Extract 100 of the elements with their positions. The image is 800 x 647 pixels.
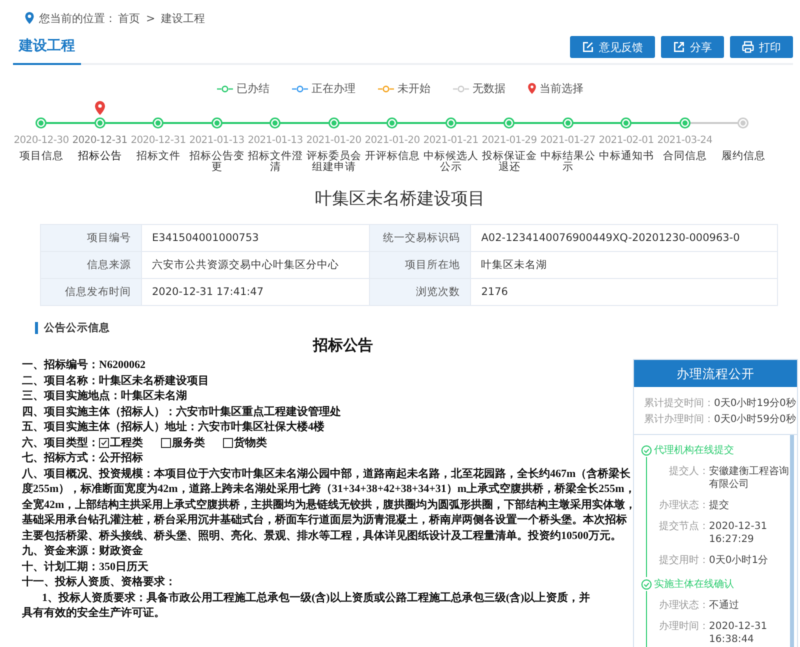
map-pin-icon (94, 101, 105, 115)
step-field-value: 0天0小时1分 (709, 554, 770, 567)
timeline-node[interactable] (210, 117, 223, 129)
timeline-date: 2021-01-20 (306, 135, 362, 148)
summary-value: 0天0小时59分0秒 (714, 414, 796, 425)
feedback-button[interactable]: 意见反馈 (570, 36, 655, 58)
timeline-label[interactable]: 中标通知书 (598, 151, 654, 162)
step-field-label: 提交用时： (658, 554, 709, 567)
checkbox-label: 工程类 (110, 436, 143, 450)
notice-line: 具有有效的安全生产许可证。 (22, 606, 166, 621)
timeline-label[interactable]: 招标公告 (72, 151, 128, 162)
field-value: E341504001000753 (142, 224, 370, 252)
share-button[interactable]: 分享 (661, 36, 724, 58)
timeline-label[interactable]: 评标委员会组建申请 (306, 151, 362, 173)
step-field-value: 安徽建衡工程咨询有限公司 (709, 465, 789, 491)
field-value: 叶集区未名湖 (470, 252, 778, 278)
notice-line: 九、资金来源：财政资金 (22, 544, 144, 559)
step-title: 代理机构在线提交 (654, 444, 734, 457)
field-label: 项目编号 (40, 224, 142, 252)
notice-line: 基础采用承台钻孔灌注桩，桥台采用沉井基础式台，桥面车行道面层为沥青混凝土，桥南岸两侧各设置一个桥头堡。本次招标 (22, 513, 628, 528)
notice-line: 四、项目实施主体（招标人）：六安市叶集区重点工程建设管理处 (22, 404, 342, 420)
notice-line: 五、项目实施主体（招标人）地址：六安市叶集区社保大楼4楼 (22, 420, 326, 435)
field-label: 信息来源 (40, 252, 142, 278)
timeline-label[interactable]: 项目信息 (13, 151, 70, 162)
timeline-label[interactable]: 投标保证金退还 (481, 151, 538, 173)
location-pin-icon (25, 12, 34, 24)
field-label: 浏览次数 (370, 278, 471, 306)
timeline-node[interactable] (386, 117, 398, 129)
legend-label: 当前选择 (540, 81, 584, 96)
field-label: 项目所在地 (370, 252, 471, 278)
section-tab[interactable]: 建设工程 (13, 37, 81, 65)
edit-icon (582, 41, 594, 53)
notice-line: 主要包括桥梁、桥头接线、桥头堡、照明、亮化、景观、排水等工程，具体详见图纸设计及工程量清单。投资约10500万元。 (22, 528, 622, 544)
timeline-node[interactable] (94, 117, 106, 129)
legend-label: 已办结 (236, 81, 270, 96)
timeline-node[interactable] (737, 117, 750, 129)
checkbox-label: 货物类 (234, 436, 267, 450)
timeline-node[interactable] (328, 117, 340, 129)
section-title: 公告公示信息 (35, 322, 800, 334)
timeline-node[interactable] (503, 117, 516, 129)
panel-title: 办理流程公开 (634, 360, 797, 387)
field-value: 六安市公共资源交易中心叶集区分中心 (142, 252, 370, 278)
timeline-label[interactable]: 招标文件澄清 (247, 151, 304, 173)
timeline-node[interactable] (444, 117, 457, 129)
step-field-label: 办理状态： (658, 599, 709, 612)
step-title: 实施主体在线确认 (654, 578, 734, 591)
field-value: 2020-12-31 17:41:47 (142, 278, 370, 306)
step-field-label: 办理状态： (658, 499, 709, 512)
timeline-node[interactable] (562, 117, 574, 129)
legend-label: 无数据 (472, 81, 506, 96)
field-label: 信息发布时间 (40, 278, 142, 306)
timeline-label[interactable]: 合同信息 (656, 151, 713, 162)
step-field-label: 提交节点： (658, 520, 709, 534)
step-field-label: 办理时间： (658, 620, 709, 634)
summary-value: 0天0小时19分0秒 (714, 398, 796, 409)
print-button[interactable]: 打印 (730, 36, 793, 58)
notice-line: 八、项目概况、投资规模：本项目位于六安市叶集区未名湖公园中部，道路南起未名路，北至花园路，全长约467m（含桥梁长 (22, 466, 630, 482)
summary-label: 累计办理时间： (644, 414, 714, 425)
step-field-value: 不通过 (709, 599, 740, 612)
timeline-node[interactable] (678, 117, 691, 129)
timeline-date: 2021-01-29 (482, 135, 537, 148)
notice-line: 七、招标方式：公开招标 (22, 451, 144, 466)
step-field-value: 提交 (709, 499, 730, 512)
field-label: 统一交易标识码 (370, 224, 471, 252)
field-value: 2176 (470, 278, 778, 306)
notice-line: 二、项目名称：叶集区未名桥建设项目 (22, 374, 210, 388)
breadcrumb-link[interactable]: 首页 (118, 10, 140, 26)
breadcrumb-link[interactable]: 建设工程 (161, 10, 206, 26)
breadcrumb-label: 您当前的位置： (39, 10, 116, 26)
step-field-label: 提交人： (668, 465, 709, 479)
timeline-node[interactable] (152, 117, 164, 129)
step-field-value: 2020-12-31 16:27:29 (709, 520, 768, 546)
checkbox-label: 服务类 (172, 436, 205, 450)
notice-line: 三、项目实施地点：叶集区未名湖 (22, 389, 188, 404)
notice-line: 度255m），标准断面宽度为42m，道路上跨未名湖处采用七跨（31+34+38+42+38+34+31）m上承式空腹拱桥，桥梁全长255m， (22, 482, 630, 497)
notice-line: 六、项目类型： (22, 436, 99, 450)
notice-line: 1、投标人资质要求：具备市政公用工程施工总承包一级(含)以上资质或公路工程施工总承包三级(含)以上资质，并 (41, 590, 592, 606)
timeline-label[interactable]: 中标候选人公示 (422, 151, 479, 173)
share-icon (673, 41, 685, 53)
timeline-label[interactable]: 招标公告变更 (188, 151, 245, 173)
timeline-date: 2021-01-21 (423, 135, 478, 148)
notice-line: 十一、投标人资质、资格要求： (22, 575, 177, 590)
timeline-label[interactable]: 开评标信息 (364, 151, 420, 162)
field-value: A02-1234140076900449XQ-20201230-000963-0 (470, 224, 778, 252)
timeline-label[interactable]: 中标结果公示 (540, 151, 596, 173)
timeline-node[interactable] (269, 117, 282, 129)
timeline-date: 2021-01-13 (248, 135, 303, 148)
timeline-date: 2020-12-31 (130, 135, 186, 148)
legend-label: 未开始 (398, 81, 430, 96)
timeline-node[interactable] (620, 117, 632, 129)
timeline-date: 2021-01-13 (189, 135, 244, 148)
timeline-date: 2021-01-20 (364, 135, 420, 148)
timeline-node[interactable] (35, 117, 48, 129)
summary-label: 累计提交时间： (644, 398, 714, 409)
timeline-label[interactable]: 招标文件 (130, 151, 186, 162)
printer-icon (742, 41, 754, 53)
project-title: 叶集区未名桥建设项目 (314, 188, 486, 210)
legend-label: 正在办理 (312, 81, 356, 96)
timeline-label[interactable]: 履约信息 (715, 151, 772, 162)
timeline-date: 2020-12-31 (72, 135, 128, 148)
